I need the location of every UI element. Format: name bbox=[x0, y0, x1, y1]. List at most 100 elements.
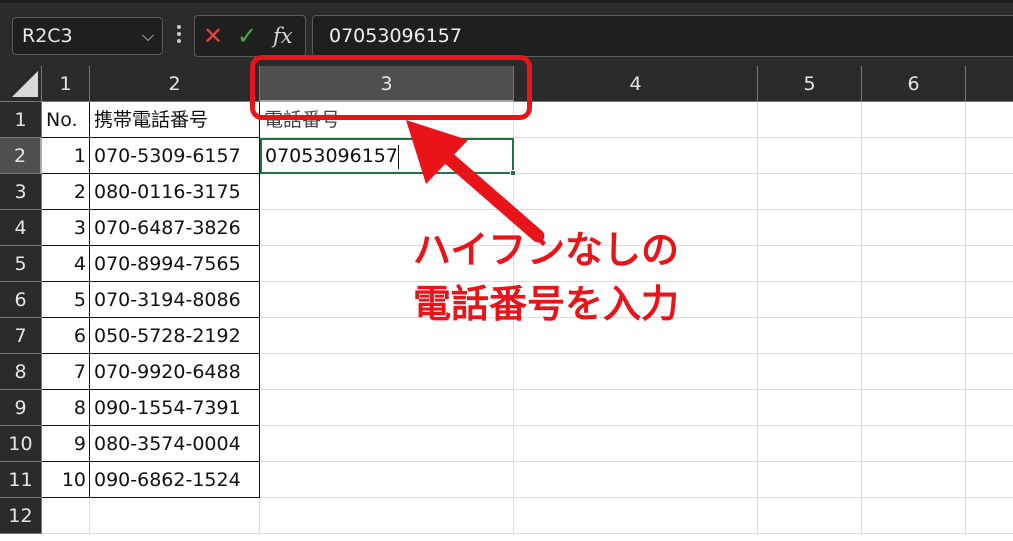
header-cell[interactable]: No. bbox=[42, 102, 90, 138]
cell[interactable] bbox=[862, 426, 966, 462]
cell[interactable] bbox=[42, 498, 90, 534]
row-header[interactable]: 9 bbox=[0, 390, 42, 426]
mobile-cell[interactable]: 090-1554-7391 bbox=[90, 390, 260, 426]
cell[interactable] bbox=[966, 498, 1013, 534]
cell[interactable] bbox=[758, 210, 862, 246]
cell[interactable] bbox=[966, 354, 1013, 390]
cell[interactable] bbox=[862, 354, 966, 390]
column-header-empty[interactable] bbox=[966, 66, 1013, 102]
cell[interactable] bbox=[862, 102, 966, 138]
cell[interactable] bbox=[514, 498, 758, 534]
cell[interactable] bbox=[260, 426, 514, 462]
cell[interactable] bbox=[260, 462, 514, 498]
row-header[interactable]: 7 bbox=[0, 318, 42, 354]
row-header[interactable]: 3 bbox=[0, 174, 42, 210]
column-header[interactable]: 5 bbox=[758, 66, 862, 102]
row-header[interactable]: 6 bbox=[0, 282, 42, 318]
mobile-cell[interactable]: 090-6862-1524 bbox=[90, 462, 260, 498]
cell[interactable] bbox=[758, 426, 862, 462]
cell[interactable] bbox=[90, 498, 260, 534]
cell[interactable] bbox=[966, 426, 1013, 462]
row-header[interactable]: 10 bbox=[0, 426, 42, 462]
mobile-cell[interactable]: 070-9920-6488 bbox=[90, 354, 260, 390]
cancel-icon[interactable]: ✕ bbox=[203, 22, 223, 50]
row-header[interactable]: 5 bbox=[0, 246, 42, 282]
row-header[interactable]: 12 bbox=[0, 498, 42, 534]
enter-icon[interactable]: ✓ bbox=[237, 22, 257, 50]
cell[interactable] bbox=[514, 390, 758, 426]
header-cell[interactable]: 携帯電話番号 bbox=[90, 102, 260, 138]
number-cell[interactable]: 8 bbox=[42, 390, 90, 426]
cell[interactable] bbox=[758, 354, 862, 390]
number-cell[interactable]: 6 bbox=[42, 318, 90, 354]
window-edge bbox=[0, 0, 1013, 3]
mobile-cell[interactable]: 050-5728-2192 bbox=[90, 318, 260, 354]
cell[interactable] bbox=[862, 318, 966, 354]
number-cell[interactable]: 3 bbox=[42, 210, 90, 246]
cell[interactable] bbox=[862, 282, 966, 318]
cell[interactable] bbox=[966, 138, 1013, 174]
mobile-cell[interactable]: 070-3194-8086 bbox=[90, 282, 260, 318]
column-header[interactable]: 6 bbox=[862, 66, 966, 102]
cell[interactable] bbox=[966, 102, 1013, 138]
cell[interactable] bbox=[758, 246, 862, 282]
formula-input[interactable]: 07053096157 bbox=[312, 15, 1013, 57]
cell[interactable] bbox=[862, 462, 966, 498]
cell[interactable] bbox=[758, 318, 862, 354]
name-box-value: R2C3 bbox=[22, 25, 73, 47]
cell[interactable] bbox=[758, 390, 862, 426]
number-cell[interactable]: 10 bbox=[42, 462, 90, 498]
number-cell[interactable]: 4 bbox=[42, 246, 90, 282]
annotation-line-1: ハイフンなしの bbox=[413, 228, 680, 272]
cell[interactable] bbox=[966, 462, 1013, 498]
cell[interactable] bbox=[758, 282, 862, 318]
cell[interactable] bbox=[966, 318, 1013, 354]
row-header[interactable]: 1 bbox=[0, 102, 42, 138]
row-header[interactable]: 4 bbox=[0, 210, 42, 246]
row-header[interactable]: 2 bbox=[0, 138, 42, 174]
select-all-button[interactable] bbox=[0, 66, 42, 102]
cell[interactable] bbox=[260, 498, 514, 534]
mobile-cell[interactable]: 080-3574-0004 bbox=[90, 426, 260, 462]
column-header[interactable]: 4 bbox=[514, 66, 758, 102]
cell[interactable] bbox=[260, 390, 514, 426]
cell[interactable] bbox=[758, 462, 862, 498]
column-header[interactable]: 1 bbox=[42, 66, 90, 102]
cell[interactable] bbox=[862, 138, 966, 174]
cell[interactable] bbox=[966, 210, 1013, 246]
number-cell[interactable]: 7 bbox=[42, 354, 90, 390]
mobile-cell[interactable]: 080-0116-3175 bbox=[90, 174, 260, 210]
cell[interactable] bbox=[966, 282, 1013, 318]
number-cell[interactable]: 1 bbox=[42, 138, 90, 174]
number-cell[interactable]: 5 bbox=[42, 282, 90, 318]
cell[interactable] bbox=[514, 354, 758, 390]
more-options-icon[interactable] bbox=[174, 22, 184, 52]
cell[interactable] bbox=[966, 246, 1013, 282]
annotation-line-2: 電話番号を入力 bbox=[413, 282, 680, 326]
cell[interactable] bbox=[966, 174, 1013, 210]
cell[interactable] bbox=[260, 354, 514, 390]
cell[interactable] bbox=[514, 462, 758, 498]
column-header[interactable]: 2 bbox=[90, 66, 260, 102]
cell[interactable] bbox=[758, 138, 862, 174]
mobile-cell[interactable]: 070-8994-7565 bbox=[90, 246, 260, 282]
number-cell[interactable]: 2 bbox=[42, 174, 90, 210]
insert-function-icon[interactable]: fx bbox=[273, 22, 293, 50]
chevron-down-icon[interactable]: ⌵ bbox=[142, 18, 154, 54]
cell[interactable] bbox=[514, 426, 758, 462]
cell[interactable] bbox=[862, 210, 966, 246]
cell[interactable] bbox=[862, 174, 966, 210]
cell[interactable] bbox=[758, 498, 862, 534]
cell[interactable] bbox=[862, 498, 966, 534]
cell[interactable] bbox=[758, 102, 862, 138]
mobile-cell[interactable]: 070-5309-6157 bbox=[90, 138, 260, 174]
cell[interactable] bbox=[862, 390, 966, 426]
cell[interactable] bbox=[966, 390, 1013, 426]
cell[interactable] bbox=[758, 174, 862, 210]
number-cell[interactable]: 9 bbox=[42, 426, 90, 462]
cell[interactable] bbox=[862, 246, 966, 282]
name-box[interactable]: R2C3 ⌵ bbox=[12, 17, 163, 55]
row-header[interactable]: 11 bbox=[0, 462, 42, 498]
row-header[interactable]: 8 bbox=[0, 354, 42, 390]
mobile-cell[interactable]: 070-6487-3826 bbox=[90, 210, 260, 246]
